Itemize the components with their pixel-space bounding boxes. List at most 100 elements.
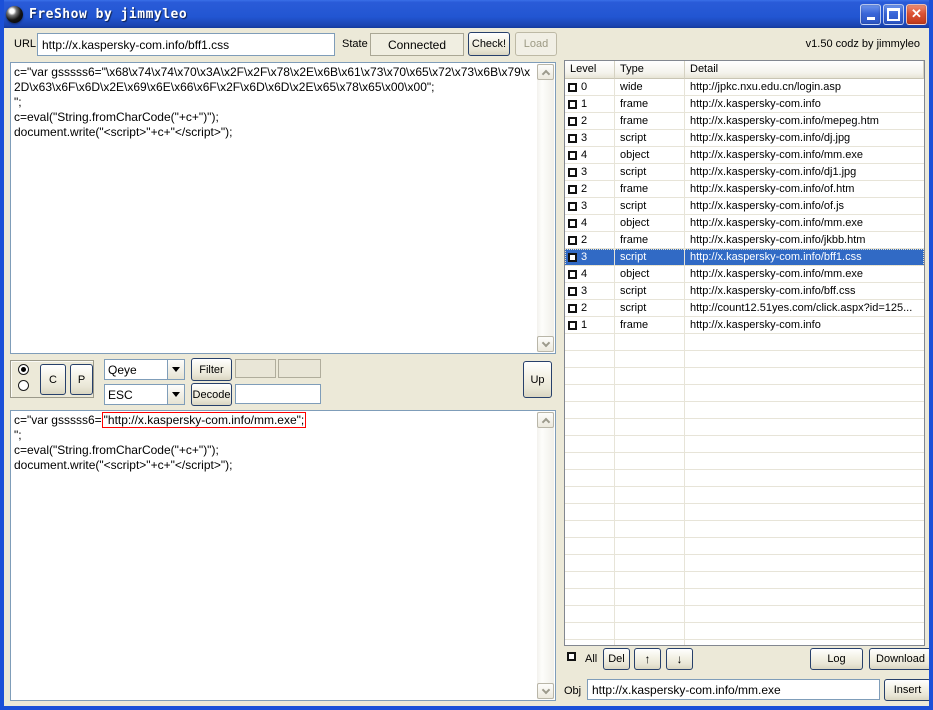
scroll-down-icon[interactable] <box>537 336 554 352</box>
close-button[interactable]: ✕ <box>906 3 927 25</box>
url-table-body: 0 wide http://jpkc.nxu.edu.cn/login.asp 1 fr… <box>565 79 924 645</box>
table-row[interactable]: 4 object http://x.kaspersky-com.info/mm.ex… <box>565 266 924 283</box>
source-code-text[interactable]: c="var gsssss6="\x68\x74\x74\x70\x3A\x2F… <box>14 65 535 351</box>
table-row-empty <box>565 419 924 436</box>
obj-label: Obj <box>564 685 582 697</box>
table-row-empty <box>565 606 924 623</box>
source-code-panel[interactable]: c="var gsssss6="\x68\x74\x74\x70\x3A\x2F… <box>10 62 556 354</box>
filter-combobox-value: Qeye <box>108 362 137 377</box>
chevron-down-icon[interactable] <box>167 360 184 379</box>
insert-button[interactable]: Insert <box>884 679 929 701</box>
url-table: Level Type Detail 0 wide http://jpkc.nxu.e… <box>564 60 925 646</box>
table-row-empty <box>565 504 924 521</box>
minimize-button[interactable] <box>860 3 881 25</box>
check-button[interactable]: Check! <box>468 32 510 56</box>
filter-button[interactable]: Filter <box>191 358 232 381</box>
table-row[interactable]: 3 script http://x.kaspersky-com.info/of.js <box>565 198 924 215</box>
table-row-empty <box>565 572 924 589</box>
table-row[interactable]: 2 frame http://x.kaspersky-com.info/mepeg.… <box>565 113 924 130</box>
decoded-rest: "; c=eval("String.fromCharCode("+c+")");… <box>14 428 233 472</box>
table-row[interactable]: 3 script http://x.kaspersky-com.info/bff1.… <box>565 249 924 266</box>
row-checkbox[interactable] <box>568 167 577 177</box>
scroll-down-icon[interactable] <box>537 683 554 699</box>
load-button: Load <box>515 32 557 56</box>
table-row[interactable]: 1 frame http://x.kaspersky-com.info <box>565 317 924 334</box>
table-row-empty <box>565 521 924 538</box>
row-checkbox[interactable] <box>568 184 577 194</box>
decode-input[interactable] <box>235 384 321 404</box>
table-row-empty <box>565 334 924 351</box>
table-row-empty <box>565 402 924 419</box>
move-up-button[interactable]: ↑ <box>634 648 661 670</box>
table-row-empty <box>565 470 924 487</box>
table-row[interactable]: 4 object http://x.kaspersky-com.info/mm.ex… <box>565 215 924 232</box>
decoded-scrollbar[interactable] <box>537 412 554 699</box>
column-header-type[interactable]: Type <box>615 61 685 79</box>
log-button[interactable]: Log <box>810 648 863 670</box>
column-header-detail[interactable]: Detail <box>685 61 924 79</box>
decoded-line-prefix: c="var gsssss6= <box>14 413 102 427</box>
del-button[interactable]: Del <box>603 648 630 670</box>
mode-radio-top[interactable] <box>18 364 29 375</box>
row-checkbox[interactable] <box>568 303 577 313</box>
table-row-empty <box>565 453 924 470</box>
row-checkbox[interactable] <box>568 286 577 296</box>
p-button[interactable]: P <box>70 364 93 395</box>
table-row[interactable]: 4 object http://x.kaspersky-com.info/mm.ex… <box>565 147 924 164</box>
version-label: v1.50 codz by jimmyleo <box>805 38 920 50</box>
table-row[interactable]: 0 wide http://jpkc.nxu.edu.cn/login.asp <box>565 79 924 96</box>
source-scrollbar[interactable] <box>537 64 554 352</box>
table-row[interactable]: 2 script http://count12.51yes.com/click.as… <box>565 300 924 317</box>
obj-input[interactable] <box>587 679 880 700</box>
title-bar[interactable]: FreShow by jimmyleo ✕ <box>4 0 929 28</box>
table-row[interactable]: 2 frame http://x.kaspersky-com.info/jkbb.h… <box>565 232 924 249</box>
mode-radio-bottom[interactable] <box>18 380 29 391</box>
table-row-empty <box>565 538 924 555</box>
table-row-empty <box>565 640 924 645</box>
table-row[interactable]: 3 script http://x.kaspersky-com.info/bff.c… <box>565 283 924 300</box>
row-checkbox[interactable] <box>568 252 577 262</box>
maximize-button[interactable] <box>883 3 904 25</box>
download-button[interactable]: Download <box>869 648 929 670</box>
scroll-up-icon[interactable] <box>537 64 554 80</box>
table-row-empty <box>565 555 924 572</box>
decode-button[interactable]: Decode <box>191 383 232 406</box>
scroll-up-icon[interactable] <box>537 412 554 428</box>
table-row-empty <box>565 385 924 402</box>
table-row[interactable]: 3 script http://x.kaspersky-com.info/dj.jp… <box>565 130 924 147</box>
row-checkbox[interactable] <box>568 150 577 160</box>
app-window: FreShow by jimmyleo ✕ URL State Connecte… <box>0 0 933 710</box>
c-button[interactable]: C <box>40 364 66 395</box>
chevron-down-icon[interactable] <box>167 385 184 404</box>
move-down-button[interactable]: ↓ <box>666 648 693 670</box>
row-checkbox[interactable] <box>568 320 577 330</box>
table-row-empty <box>565 368 924 385</box>
table-header: Level Type Detail <box>565 61 924 79</box>
row-checkbox[interactable] <box>568 269 577 279</box>
decoded-code-text[interactable]: c="var gsssss6= "http://x.kaspersky-com.i… <box>14 412 535 698</box>
column-header-level[interactable]: Level <box>565 61 615 79</box>
state-value: Connected <box>370 33 464 56</box>
state-label: State <box>342 38 368 50</box>
row-checkbox[interactable] <box>568 99 577 109</box>
row-checkbox[interactable] <box>568 235 577 245</box>
decode-combobox[interactable]: ESC <box>104 384 185 405</box>
all-checkbox[interactable] <box>567 652 576 661</box>
up-button[interactable]: Up <box>523 361 552 398</box>
table-row-empty <box>565 487 924 504</box>
decoded-code-panel[interactable]: c="var gsssss6= "http://x.kaspersky-com.i… <box>10 410 556 701</box>
decode-combobox-value: ESC <box>108 387 133 402</box>
all-label: All <box>585 653 598 665</box>
table-row[interactable]: 1 frame http://x.kaspersky-com.info <box>565 96 924 113</box>
row-checkbox[interactable] <box>568 133 577 143</box>
table-row[interactable]: 2 frame http://x.kaspersky-com.info/of.htm <box>565 181 924 198</box>
filter-combobox[interactable]: Qeye <box>104 359 185 380</box>
table-row[interactable]: 3 script http://x.kaspersky-com.info/dj1.j… <box>565 164 924 181</box>
filter-aux-box-2 <box>278 359 321 378</box>
row-checkbox[interactable] <box>568 201 577 211</box>
table-row-empty <box>565 436 924 453</box>
row-checkbox[interactable] <box>568 82 577 92</box>
row-checkbox[interactable] <box>568 218 577 228</box>
row-checkbox[interactable] <box>568 116 577 126</box>
url-input[interactable] <box>37 33 335 56</box>
